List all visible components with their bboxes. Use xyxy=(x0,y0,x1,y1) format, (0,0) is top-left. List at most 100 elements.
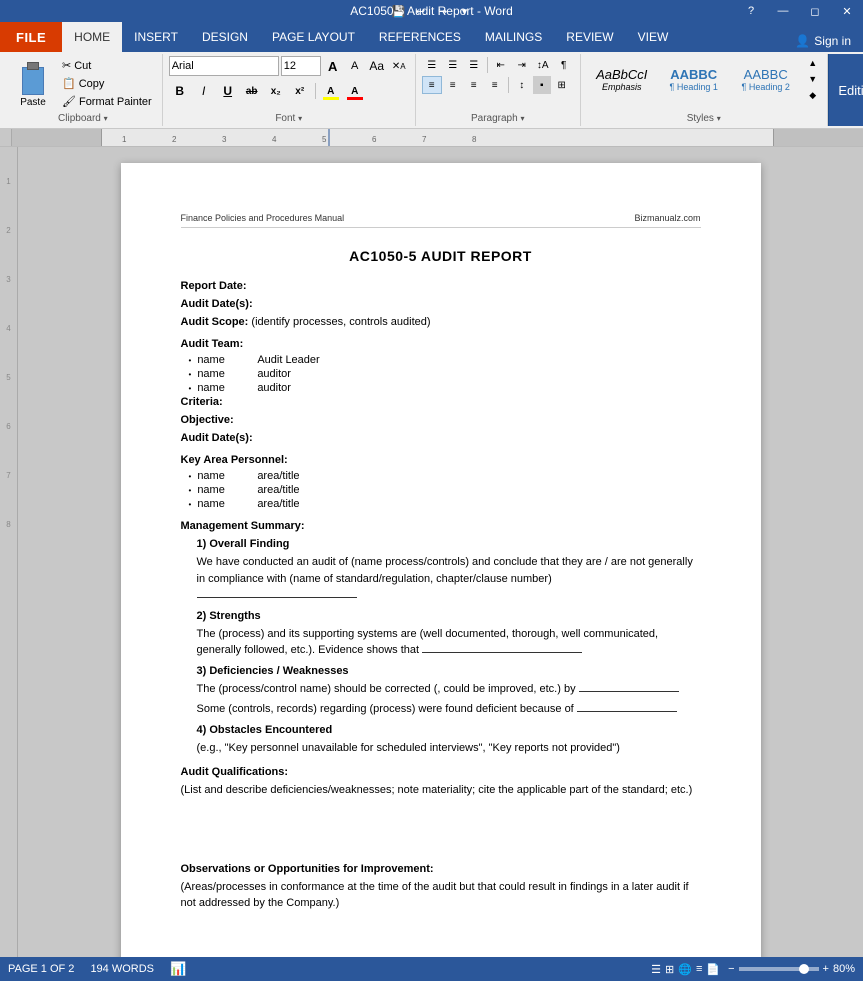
bold-button[interactable]: B xyxy=(169,80,191,102)
styles-expand[interactable]: ◆ xyxy=(805,88,821,102)
zoom-out-button[interactable]: − xyxy=(728,963,734,975)
decrease-font-button[interactable]: A xyxy=(345,56,365,76)
zoom-level[interactable]: 80% xyxy=(833,963,855,975)
line-spacing-button[interactable]: ↕ xyxy=(512,76,532,94)
show-marks-button[interactable]: ¶ xyxy=(554,56,574,74)
style-emphasis[interactable]: AaBbCcI Emphasis xyxy=(587,64,657,95)
sort-button[interactable]: ↕A xyxy=(533,56,553,74)
objective-label: Objective: xyxy=(181,414,234,426)
minimize-button[interactable]: ― xyxy=(767,0,799,22)
subscript-button[interactable]: x₂ xyxy=(265,80,287,102)
team-member-2-role: auditor xyxy=(257,368,291,380)
clear-formatting-button[interactable]: ✕A xyxy=(389,56,409,76)
personnel-2-name: name xyxy=(197,484,257,496)
outline-button[interactable]: ≡ xyxy=(696,963,702,975)
justify-button[interactable]: ≡ xyxy=(485,76,505,94)
audit-dates2-field: Audit Date(s): xyxy=(181,432,701,444)
personnel-3-name: name xyxy=(197,498,257,510)
deficiencies-title: 3) Deficiencies / Weaknesses xyxy=(197,665,701,677)
restore-button[interactable]: ◻ xyxy=(799,0,831,22)
copy-button[interactable]: 📋Copy xyxy=(58,75,156,92)
tab-view[interactable]: VIEW xyxy=(626,22,681,52)
increase-font-button[interactable]: A xyxy=(323,56,343,76)
change-case-button[interactable]: Aa xyxy=(367,56,387,76)
app-window: 💾 ↩ ↪ ▾ AC1050-5 Audit Report - Word ? ―… xyxy=(0,0,863,981)
web-layout-button[interactable]: 🌐 xyxy=(678,963,692,976)
increase-indent-button[interactable]: ⇥ xyxy=(512,56,532,74)
deficiencies-section: 3) Deficiencies / Weaknesses The (proces… xyxy=(197,665,701,718)
close-button[interactable]: ✕ xyxy=(831,0,863,22)
tab-insert[interactable]: INSERT xyxy=(122,22,190,52)
audit-scope-value: (identify processes, controls audited) xyxy=(251,316,430,328)
format-painter-button[interactable]: 🖌Format Painter xyxy=(58,93,156,110)
audit-dates-field: Audit Date(s): xyxy=(181,298,701,310)
editing-label: Editing xyxy=(838,83,863,98)
ribbon-tabs: FILE HOME INSERT DESIGN PAGE LAYOUT REFE… xyxy=(0,22,863,52)
style-heading2[interactable]: AABBC ¶ Heading 2 xyxy=(731,64,801,95)
font-size-input[interactable] xyxy=(281,56,321,76)
font-name-input[interactable] xyxy=(169,56,279,76)
key-personnel-list: • name area/title • name area/title • na… xyxy=(181,470,701,510)
obstacles-section: 4) Obstacles Encountered (e.g., "Key per… xyxy=(197,724,701,757)
numbering-button[interactable]: ☰ xyxy=(443,56,463,74)
tab-page-layout[interactable]: PAGE LAYOUT xyxy=(260,22,367,52)
svg-text:5: 5 xyxy=(322,135,327,144)
status-right: ☰ ⊞ 🌐 ≡ 📄 − + 80% xyxy=(651,963,855,976)
ruler-left-margin xyxy=(12,129,102,146)
clipboard-label: Clipboard ▾ xyxy=(58,111,108,124)
window-title: AC1050-5 Audit Report - Word xyxy=(350,4,513,18)
align-left-button[interactable]: ≡ xyxy=(422,76,442,94)
underline-button[interactable]: U xyxy=(217,80,239,102)
svg-text:2: 2 xyxy=(172,135,177,144)
zoom-slider[interactable] xyxy=(739,967,819,971)
tab-references[interactable]: REFERENCES xyxy=(367,22,473,52)
font-name-size-row: A A Aa ✕A xyxy=(169,56,409,76)
style-heading1[interactable]: AABBC ¶ Heading 1 xyxy=(659,64,729,95)
paragraph-group: ☰ ☰ ☰ ⇤ ⇥ ↕A ¶ ≡ ≡ ≡ ≡ ↕ ▪ ⊞ xyxy=(416,54,581,126)
strengths-body: The (process) and its supporting systems… xyxy=(197,626,701,659)
tab-review[interactable]: REVIEW xyxy=(554,22,625,52)
tab-home[interactable]: HOME xyxy=(62,22,122,52)
zoom-controls: − + 80% xyxy=(728,963,855,975)
observations-body: (Areas/processes in conformance at the t… xyxy=(181,879,701,912)
border-button[interactable]: ⊞ xyxy=(552,76,572,94)
full-reading-button[interactable]: ⊞ xyxy=(665,963,674,976)
overall-finding-title: 1) Overall Finding xyxy=(197,538,701,550)
obstacles-body: (e.g., "Key personnel unavailable for sc… xyxy=(197,740,701,757)
bullets-button[interactable]: ☰ xyxy=(422,56,442,74)
list-item: • name area/title xyxy=(181,470,701,482)
styles-label: Styles ▾ xyxy=(687,111,721,124)
font-color-button[interactable]: A xyxy=(344,80,366,102)
align-center-button[interactable]: ≡ xyxy=(443,76,463,94)
styles-scroll-up[interactable]: ▲ xyxy=(805,56,821,70)
text-highlight-button[interactable]: A xyxy=(320,80,342,102)
tab-design[interactable]: DESIGN xyxy=(190,22,260,52)
multilevel-list-button[interactable]: ☰ xyxy=(464,56,484,74)
tab-mailings[interactable]: MAILINGS xyxy=(473,22,554,52)
decrease-indent-button[interactable]: ⇤ xyxy=(491,56,511,74)
sign-in-button[interactable]: 👤 Sign in xyxy=(783,30,863,52)
help-button[interactable]: ? xyxy=(735,0,767,22)
strikethrough-button[interactable]: ab xyxy=(241,80,263,102)
audit-scope-label: Audit Scope: xyxy=(181,316,249,328)
word-count: 194 WORDS xyxy=(90,963,154,975)
paragraph-label: Paragraph ▾ xyxy=(471,111,525,124)
audit-qual-body: (List and describe deficiencies/weakness… xyxy=(181,782,701,799)
status-bar: PAGE 1 OF 2 194 WORDS 📊 ☰ ⊞ 🌐 ≡ 📄 − + 80… xyxy=(0,957,863,981)
print-layout-button[interactable]: ☰ xyxy=(651,963,661,976)
draft-button[interactable]: 📄 xyxy=(706,963,720,976)
cut-copy-format-group: ✂Cut 📋Copy 🖌Format Painter xyxy=(58,57,156,110)
styles-scroll-down[interactable]: ▼ xyxy=(805,72,821,86)
page-header: Finance Policies and Procedures Manual B… xyxy=(181,213,701,228)
align-right-button[interactable]: ≡ xyxy=(464,76,484,94)
svg-text:4: 4 xyxy=(272,135,277,144)
audit-dates2-label: Audit Date(s): xyxy=(181,432,253,444)
zoom-in-button[interactable]: + xyxy=(823,963,829,975)
italic-button[interactable]: I xyxy=(193,80,215,102)
paste-button[interactable]: Paste xyxy=(10,56,56,111)
cut-button[interactable]: ✂Cut xyxy=(58,57,156,74)
spacer xyxy=(181,803,701,853)
shading-button[interactable]: ▪ xyxy=(533,76,551,94)
superscript-button[interactable]: x² xyxy=(289,80,311,102)
tab-file[interactable]: FILE xyxy=(0,22,62,52)
